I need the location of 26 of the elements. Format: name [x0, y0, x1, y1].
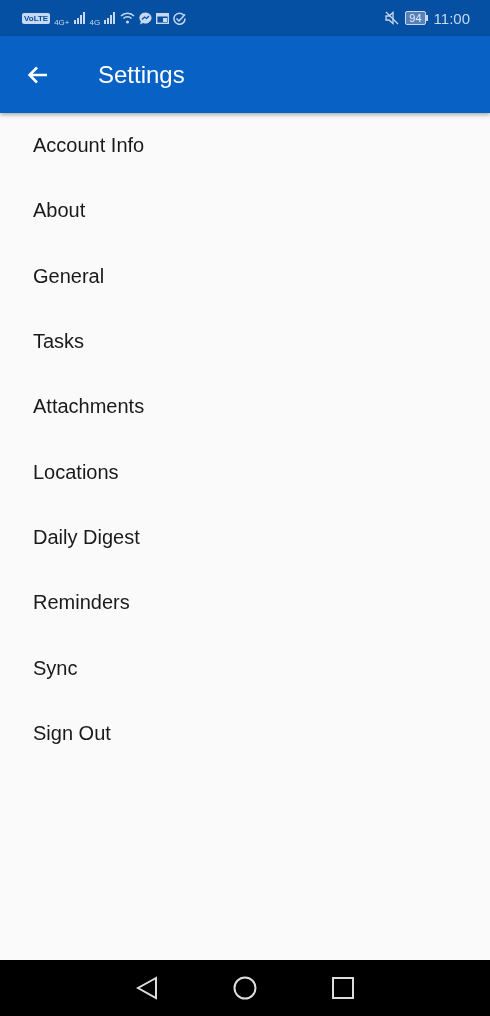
- volte-label: VoLTE: [22, 12, 51, 24]
- settings-item[interactable]: Account Info: [0, 113, 490, 179]
- settings-item[interactable]: About: [0, 178, 490, 244]
- settings-item[interactable]: General: [0, 243, 490, 309]
- settings-item[interactable]: Sync: [0, 635, 490, 701]
- back-icon[interactable]: [136, 976, 158, 1000]
- signal-icon: [104, 12, 117, 24]
- mute-icon: [385, 11, 400, 25]
- signal-icon: [73, 12, 86, 24]
- chat-icon: [139, 11, 153, 25]
- battery-level: 94: [405, 11, 426, 25]
- recents-icon[interactable]: [332, 977, 354, 999]
- network-label: 4G+: [54, 18, 70, 27]
- settings-item[interactable]: Locations: [0, 439, 490, 505]
- clock: 11:00: [433, 9, 470, 27]
- settings-item[interactable]: Attachments: [0, 374, 490, 440]
- wifi-icon: [120, 12, 136, 24]
- settings-item[interactable]: Reminders: [0, 570, 490, 636]
- settings-item[interactable]: Sign Out: [0, 700, 490, 766]
- settings-item[interactable]: Tasks: [0, 308, 490, 375]
- window-icon: [156, 12, 170, 24]
- screen-title: Settings: [98, 60, 185, 89]
- home-icon[interactable]: [233, 976, 257, 1000]
- settings-item[interactable]: Daily Digest: [0, 504, 490, 571]
- check-icon: [173, 11, 187, 25]
- network-label: 4G: [89, 18, 101, 27]
